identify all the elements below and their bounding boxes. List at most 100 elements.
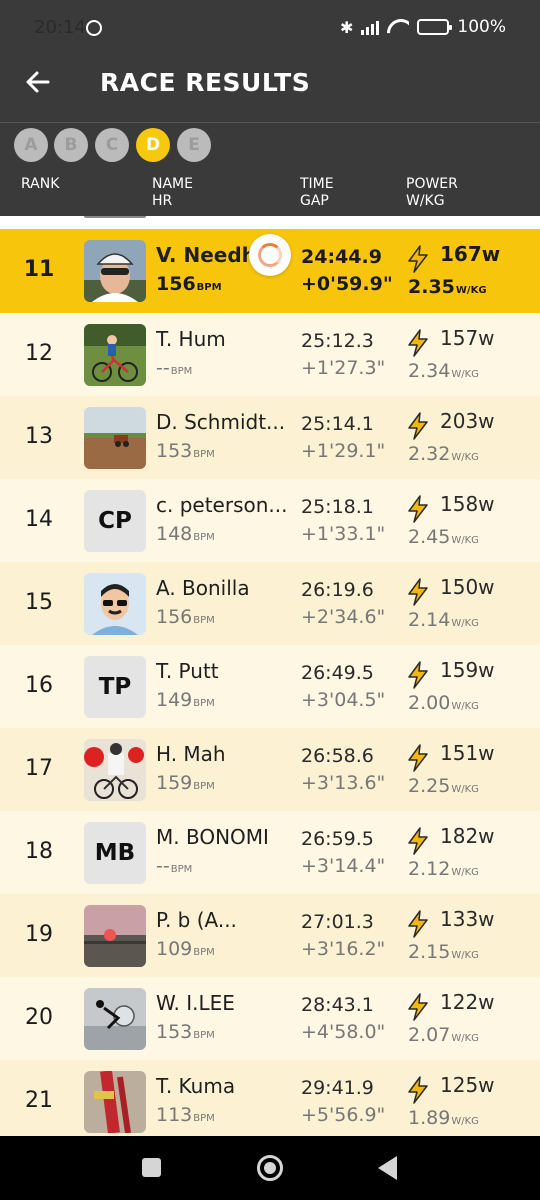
heart-rate: 156BPM (156, 606, 215, 628)
result-row[interactable]: 13 D. Schmidt... 153BPM 25:14.1 +1'29.1"… (0, 396, 540, 479)
rider-name[interactable]: A. Bonilla (156, 576, 288, 600)
rank: 14 (25, 507, 53, 532)
time-gap: +3'14.4" (301, 855, 386, 877)
result-row[interactable]: 14 CP c. peterson... 148BPM 25:18.1 +1'3… (0, 479, 540, 562)
results-list[interactable]: 11 V. Needh 156BPM 24:44.9 +0'59.9" 167w… (0, 216, 540, 1136)
heart-rate: --BPM (156, 855, 193, 877)
lightning-bolt-icon (406, 329, 430, 357)
lightning-bolt-icon (406, 412, 430, 440)
heart-rate: 149BPM (156, 689, 215, 711)
lightning-bolt-icon (406, 578, 430, 606)
lightning-bolt-icon (406, 661, 430, 689)
time-gap: +3'04.5" (301, 689, 386, 711)
rank: 21 (25, 1088, 53, 1113)
rider-name[interactable]: M. BONOMI (156, 825, 288, 849)
rider-avatar[interactable] (84, 988, 146, 1050)
time-gap: +1'33.1" (301, 523, 386, 545)
name-hr-header: NAME HR (152, 176, 193, 210)
result-row[interactable]: 12 T. Hum --BPM 25:12.3 +1'27.3" 157w 2.… (0, 313, 540, 396)
rider-name[interactable]: D. Schmidt... (156, 410, 288, 434)
home-icon[interactable] (257, 1155, 283, 1181)
rider-avatar-initials[interactable]: CP (84, 490, 146, 552)
finish-time: 24:44.9 (301, 246, 382, 268)
time-gap: +5'56.9" (301, 1104, 386, 1126)
rider-avatar[interactable] (84, 905, 146, 967)
watts-per-kg: 2.25W/KG (408, 775, 479, 797)
finish-time: 27:01.3 (301, 911, 374, 933)
page-title: RACE RESULTS (100, 68, 311, 97)
lightning-bolt-icon (406, 245, 430, 273)
rank: 19 (25, 922, 53, 947)
result-row[interactable]: 15 A. Bonilla 156BPM 26:19.6 +2'34.6" 15… (0, 562, 540, 645)
back-arrow-icon[interactable] (24, 68, 56, 100)
watts-per-kg: 1.89W/KG (408, 1107, 479, 1129)
rank: 16 (25, 673, 53, 698)
rider-name[interactable]: c. peterson... (156, 493, 288, 517)
rank: 12 (25, 341, 53, 366)
rider-name[interactable]: T. Kuma (156, 1074, 288, 1098)
result-row[interactable]: 20 W. I.LEE 153BPM 28:43.1 +4'58.0" 122w… (0, 977, 540, 1060)
result-row-current-user[interactable]: 11 V. Needh 156BPM 24:44.9 +0'59.9" 167w… (0, 229, 540, 313)
time-header: TIME (300, 176, 334, 192)
category-d-button[interactable]: D (136, 128, 170, 162)
power-watts: 159w (440, 658, 495, 682)
power-watts: 125w (440, 1073, 495, 1097)
rider-avatar[interactable] (84, 324, 146, 386)
lightning-bolt-icon (406, 495, 430, 523)
lightning-bolt-icon (406, 1076, 430, 1104)
watts-per-kg: 2.14W/KG (408, 609, 479, 631)
heart-rate: 148BPM (156, 523, 215, 545)
recents-icon[interactable] (142, 1158, 161, 1177)
power-watts: 182w (440, 824, 495, 848)
rider-avatar[interactable] (84, 240, 146, 302)
power-header-group: POWER W/KG (406, 176, 458, 210)
signal-icon (361, 19, 380, 35)
power-watts: 150w (440, 575, 495, 599)
result-row[interactable]: 21 T. Kuma 113BPM 29:41.9 +5'56.9" 125w … (0, 1060, 540, 1136)
heart-rate: 153BPM (156, 1021, 215, 1043)
column-headers: RANK NAME HR TIME GAP POWER W/KG (0, 168, 540, 216)
rider-avatar-initials[interactable]: TP (84, 656, 146, 718)
alarm-icon (86, 20, 102, 36)
time-gap: +3'16.2" (301, 938, 386, 960)
rider-avatar[interactable] (84, 573, 146, 635)
status-time: 20:14 (34, 17, 86, 38)
result-row[interactable]: 16 TP T. Putt 149BPM 26:49.5 +3'04.5" 15… (0, 645, 540, 728)
rider-name[interactable]: T. Hum (156, 327, 288, 351)
previous-row-edge (0, 216, 540, 229)
finish-time: 25:18.1 (301, 496, 374, 518)
loading-spinner-icon (249, 234, 291, 276)
rider-name[interactable]: T. Putt (156, 659, 288, 683)
category-c-button[interactable]: C (95, 128, 129, 162)
power-watts: 158w (440, 492, 495, 516)
rider-avatar[interactable] (84, 407, 146, 469)
back-triangle-icon[interactable] (378, 1156, 397, 1180)
finish-time: 25:14.1 (301, 413, 374, 435)
time-gap-header: TIME GAP (300, 176, 334, 210)
rider-name[interactable]: W. I.LEE (156, 991, 288, 1015)
rider-avatar-initials[interactable]: MB (84, 822, 146, 884)
rider-avatar[interactable] (84, 1071, 146, 1133)
category-e-button[interactable]: E (177, 128, 211, 162)
wkg-header: W/KG (406, 193, 445, 209)
lightning-bolt-icon (406, 910, 430, 938)
power-watts: 122w (440, 990, 495, 1014)
time-gap: +2'34.6" (301, 606, 386, 628)
app-bar: RACE RESULTS (0, 48, 540, 123)
watts-per-kg: 2.00W/KG (408, 692, 479, 714)
power-watts: 167w (440, 242, 501, 266)
category-a-button[interactable]: A (14, 128, 48, 162)
result-row[interactable]: 18 MB M. BONOMI --BPM 26:59.5 +3'14.4" 1… (0, 811, 540, 894)
rider-name[interactable]: P. b (A... (156, 908, 288, 932)
time-gap: +3'13.6" (301, 772, 386, 794)
rider-name[interactable]: H. Mah (156, 742, 288, 766)
rider-avatar[interactable] (84, 739, 146, 801)
finish-time: 28:43.1 (301, 994, 374, 1016)
system-nav-bar (0, 1136, 540, 1200)
result-row[interactable]: 17 H. Mah 159BPM 26:58.6 +3'13.6" 151w 2… (0, 728, 540, 811)
result-row[interactable]: 19 P. b (A... 109BPM 27:01.3 +3'16.2" 13… (0, 894, 540, 977)
finish-time: 26:19.6 (301, 579, 374, 601)
category-b-button[interactable]: B (54, 128, 88, 162)
watts-per-kg: 2.15W/KG (408, 941, 479, 963)
rank: 20 (25, 1005, 53, 1030)
